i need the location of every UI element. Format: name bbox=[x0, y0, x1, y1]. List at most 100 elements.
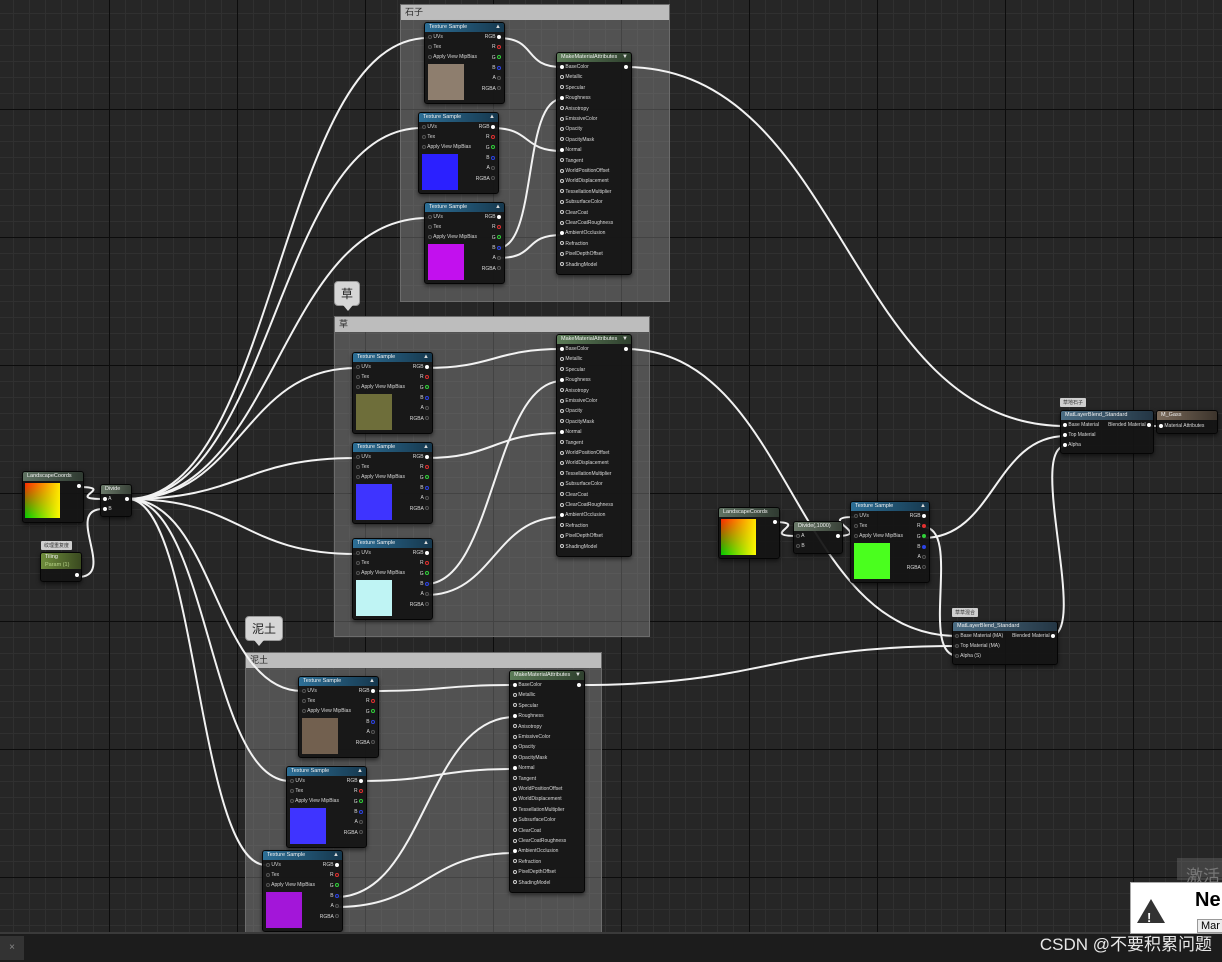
param-group-tag[interactable]: 纹理重复度 bbox=[41, 541, 73, 550]
comment-title[interactable]: 草 bbox=[335, 317, 649, 332]
input-pin[interactable]: Apply View MipBias bbox=[356, 568, 405, 578]
input-pin[interactable]: Tex bbox=[266, 870, 279, 880]
output-pin[interactable]: A bbox=[355, 817, 363, 827]
input-pin[interactable]: EmissiveColor bbox=[513, 732, 550, 742]
comment-bubble-grass[interactable]: 草 bbox=[334, 281, 361, 311]
input-pin[interactable]: Metallic bbox=[560, 354, 582, 364]
input-pin[interactable]: Normal bbox=[513, 763, 535, 773]
input-pin[interactable]: Opacity bbox=[560, 124, 582, 134]
output-pin[interactable]: B bbox=[354, 807, 363, 817]
input-pin-top[interactable]: Top Material (MA) bbox=[955, 641, 1000, 651]
input-pin[interactable]: OpacityMask bbox=[513, 753, 547, 763]
dialog-button[interactable]: Mar bbox=[1197, 919, 1222, 933]
output-pin[interactable]: RGB bbox=[323, 860, 339, 870]
output-pin[interactable]: R bbox=[486, 132, 495, 142]
input-pin[interactable]: Tex bbox=[428, 42, 441, 52]
output-pin[interactable]: A bbox=[493, 73, 501, 83]
texture-sample-node[interactable]: Texture Sample ▲ UVs Tex Apply View MipBi… bbox=[298, 676, 379, 758]
output-pin[interactable]: RGBA bbox=[320, 912, 339, 922]
input-pin[interactable]: UVs bbox=[422, 122, 437, 132]
output-pin[interactable]: RGB bbox=[485, 32, 501, 42]
input-pin[interactable]: Tangent bbox=[560, 438, 583, 448]
input-pin[interactable]: Metallic bbox=[560, 72, 582, 82]
input-pin[interactable]: WorldDisplacement bbox=[513, 794, 562, 804]
output-pin[interactable]: R bbox=[917, 521, 926, 531]
output-pin[interactable]: RGBA bbox=[907, 563, 926, 573]
output-pin[interactable]: A bbox=[918, 552, 926, 562]
input-pin[interactable]: UVs bbox=[428, 212, 443, 222]
input-pin[interactable]: ShadingModel bbox=[560, 542, 597, 552]
texture-sample-node[interactable]: Texture Sample ▲ UVs Tex Apply View MipBi… bbox=[424, 202, 505, 284]
landscape-coords-node[interactable]: LandscapeCoords bbox=[718, 507, 780, 559]
output-pin[interactable]: A bbox=[421, 493, 429, 503]
tiling-param-node[interactable]: Tiling Param (1) bbox=[40, 552, 82, 582]
input-pin[interactable]: Opacity bbox=[560, 406, 582, 416]
input-pin[interactable]: TessellationMultiplier bbox=[560, 469, 611, 479]
texture-sample-node[interactable]: Texture Sample ▲ UVs Tex Apply View MipBi… bbox=[352, 442, 433, 524]
output-pin[interactable]: B bbox=[420, 483, 429, 493]
input-pin[interactable]: Opacity bbox=[513, 742, 535, 752]
collapse-chevron-icon[interactable]: ▲ bbox=[423, 443, 429, 452]
output-pin[interactable]: R bbox=[420, 372, 429, 382]
input-pin[interactable]: BaseColor bbox=[513, 680, 542, 690]
input-pin[interactable]: Normal bbox=[560, 145, 582, 155]
output-pin[interactable]: RGB bbox=[413, 548, 429, 558]
output-pin[interactable]: RGB bbox=[413, 362, 429, 372]
collapse-chevron-icon[interactable]: ▼ bbox=[622, 335, 628, 344]
input-pin-material-attributes[interactable]: Material Attributes bbox=[1159, 421, 1204, 431]
input-pin[interactable]: Tex bbox=[854, 521, 867, 531]
input-pin[interactable]: Refraction bbox=[560, 521, 588, 531]
input-pin[interactable]: ClearCoatRoughness bbox=[513, 836, 566, 846]
output-pin[interactable]: B bbox=[486, 153, 495, 163]
input-pin-alpha[interactable]: Alpha (S) bbox=[955, 651, 981, 661]
input-pin[interactable]: ClearCoat bbox=[513, 826, 541, 836]
collapse-chevron-icon[interactable]: ▼ bbox=[622, 53, 628, 62]
input-pin[interactable]: Anisotropy bbox=[560, 104, 589, 114]
material-graph-canvas[interactable]: 石子 草 草 泥土 泥土 Texture Sample ▲ UVs Tex App… bbox=[0, 0, 1222, 960]
input-pin[interactable]: Tex bbox=[422, 132, 435, 142]
input-pin[interactable]: UVs bbox=[356, 452, 371, 462]
input-pin[interactable]: Apply View MipBias bbox=[302, 706, 351, 716]
input-pin[interactable]: Refraction bbox=[560, 239, 588, 249]
output-pin[interactable]: R bbox=[354, 786, 363, 796]
blend-group-tag[interactable]: 草地石子 bbox=[1060, 398, 1087, 407]
output-pin[interactable]: B bbox=[366, 717, 375, 727]
output-pin[interactable] bbox=[75, 570, 79, 580]
output-pin[interactable]: RGBA bbox=[356, 738, 375, 748]
make-material-attributes-node[interactable]: MakeMaterialAttributes ▼ BaseColor Metall… bbox=[509, 670, 585, 893]
input-pin[interactable]: Tangent bbox=[560, 156, 583, 166]
mat-layer-blend-node[interactable]: MatLayerBlend_Standard Base Material (MA… bbox=[952, 621, 1058, 665]
comment-title[interactable]: 泥土 bbox=[246, 653, 601, 668]
output-pin[interactable]: R bbox=[330, 870, 339, 880]
output-pin[interactable]: R bbox=[366, 696, 375, 706]
input-pin[interactable]: Specular bbox=[513, 701, 538, 711]
output-pin[interactable]: A bbox=[331, 901, 339, 911]
output-pin[interactable]: RGBA bbox=[344, 828, 363, 838]
input-pin[interactable]: UVs bbox=[266, 860, 281, 870]
output-pin[interactable] bbox=[624, 344, 628, 354]
texture-sample-mask-node[interactable]: Texture Sample ▲ UVs Tex Apply View MipBi… bbox=[850, 501, 930, 583]
output-pin[interactable]: G bbox=[330, 881, 339, 891]
input-pin[interactable]: Metallic bbox=[513, 690, 535, 700]
input-pin-top[interactable]: Top Material bbox=[1063, 430, 1096, 440]
input-pin[interactable]: SubsurfaceColor bbox=[560, 197, 603, 207]
input-pin[interactable]: Apply View MipBias bbox=[356, 382, 405, 392]
texture-sample-node[interactable]: Texture Sample ▲ UVs Tex Apply View MipBi… bbox=[418, 112, 499, 194]
output-pin[interactable]: A bbox=[367, 727, 375, 737]
output-pin[interactable] bbox=[77, 481, 81, 491]
input-pin[interactable]: SubsurfaceColor bbox=[513, 815, 556, 825]
output-pin[interactable]: RGBA bbox=[482, 264, 501, 274]
output-pin[interactable] bbox=[836, 531, 840, 541]
input-pin[interactable]: Anisotropy bbox=[513, 722, 542, 732]
output-pin[interactable]: G bbox=[420, 569, 429, 579]
output-pin[interactable]: G bbox=[420, 473, 429, 483]
input-pin[interactable]: Apply View MipBias bbox=[428, 232, 477, 242]
input-pin-a[interactable]: A bbox=[103, 494, 111, 504]
output-pin[interactable]: G bbox=[354, 797, 363, 807]
input-pin[interactable]: Tex bbox=[302, 696, 315, 706]
input-pin[interactable]: ShadingModel bbox=[560, 260, 597, 270]
input-pin[interactable]: OpacityMask bbox=[560, 135, 594, 145]
collapse-chevron-icon[interactable]: ▲ bbox=[423, 353, 429, 362]
input-pin-b[interactable]: B bbox=[796, 541, 805, 551]
input-pin[interactable]: SubsurfaceColor bbox=[560, 479, 603, 489]
